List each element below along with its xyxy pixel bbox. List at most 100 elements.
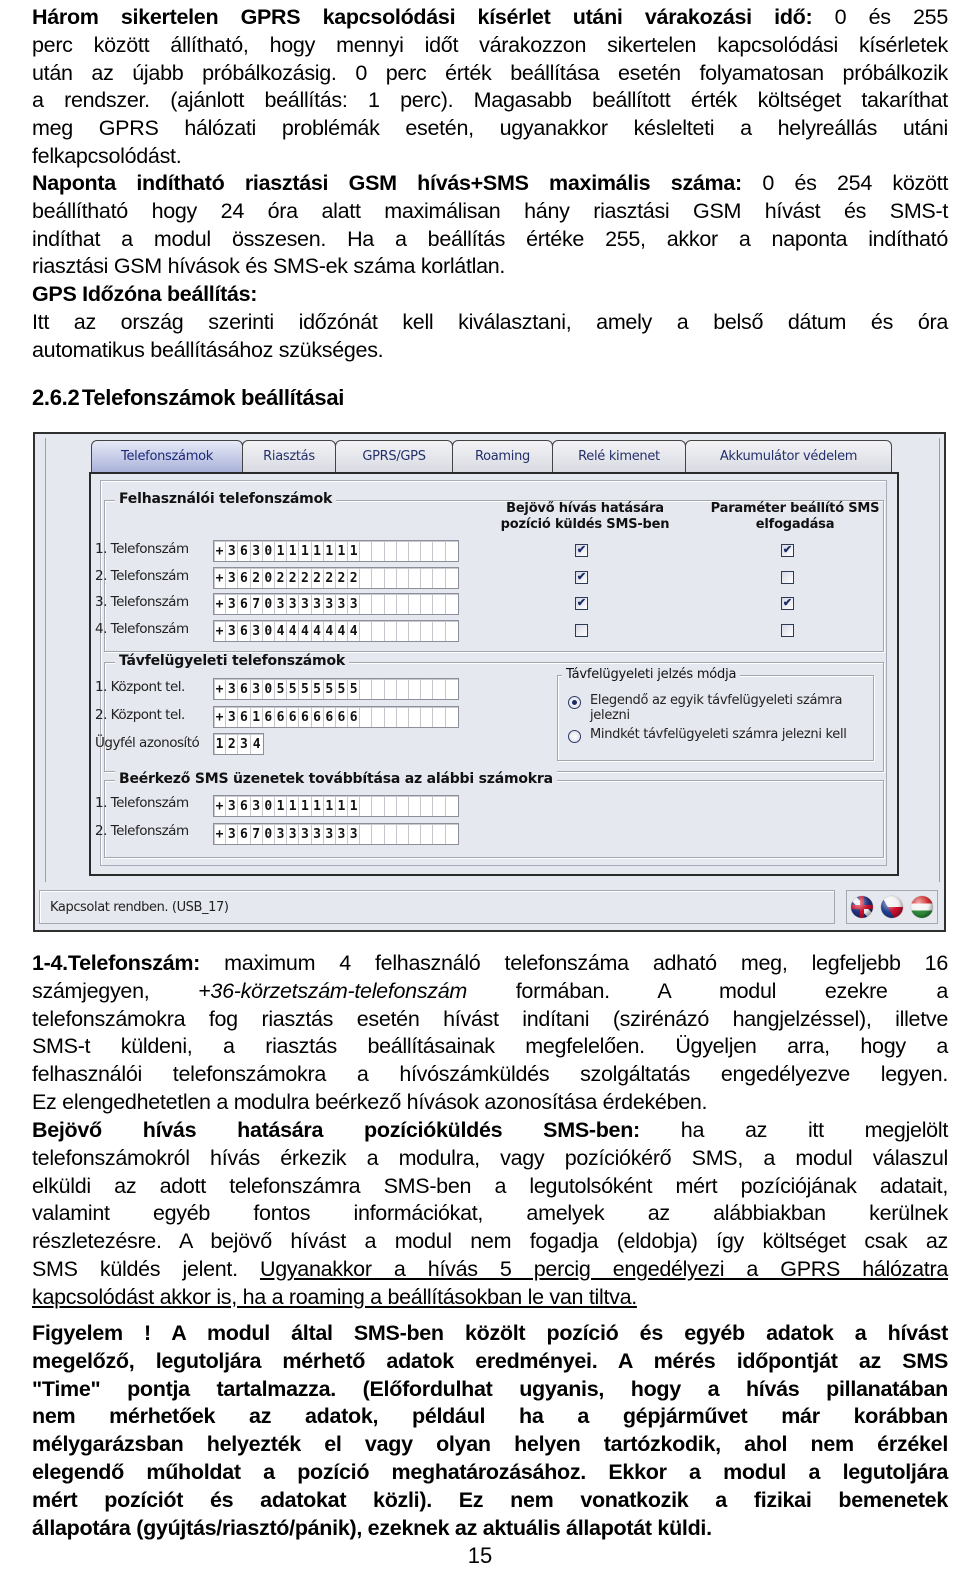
digit-cell[interactable] xyxy=(446,568,458,588)
digit-cell[interactable]: + xyxy=(214,541,227,561)
digit-cell[interactable]: 6 xyxy=(238,707,251,727)
digit-cell[interactable]: 2 xyxy=(312,568,324,588)
forward-phone-field-1[interactable]: +3 6 3 0 1 1 1 1 1 1 1 xyxy=(213,795,459,817)
digit-cell[interactable]: 3 xyxy=(287,824,300,844)
digit-cell[interactable]: 3 xyxy=(312,824,324,844)
digit-cell[interactable] xyxy=(360,594,373,614)
digit-cell[interactable]: 0 xyxy=(263,679,275,699)
digit-cell[interactable] xyxy=(446,824,458,844)
position-sms-checkbox-2[interactable]: ✔ xyxy=(575,571,588,584)
digit-cell[interactable]: 7 xyxy=(251,594,263,614)
phone-field-3[interactable]: +3 6 7 0 3 3 3 3 3 3 3 xyxy=(213,593,459,615)
digit-cell[interactable] xyxy=(409,621,422,641)
digit-cell[interactable] xyxy=(397,824,409,844)
digit-cell[interactable]: 1 xyxy=(324,541,336,561)
digit-cell[interactable] xyxy=(421,621,434,641)
tab-riasztas[interactable]: Riasztás xyxy=(242,440,336,472)
digit-cell[interactable]: + xyxy=(214,707,227,727)
tab-gprs-gps[interactable]: GPRS/GPS xyxy=(335,440,453,472)
position-sms-checkbox-3[interactable]: ✔ xyxy=(575,597,588,610)
digit-cell[interactable]: 0 xyxy=(263,621,275,641)
digit-cell[interactable] xyxy=(409,541,422,561)
digit-cell[interactable]: 1 xyxy=(312,796,324,816)
digit-cell[interactable] xyxy=(433,594,446,614)
digit-cell[interactable] xyxy=(360,796,373,816)
forward-phone-field-2[interactable]: +3 6 7 0 3 3 3 3 3 3 3 xyxy=(213,823,459,845)
digit-cell[interactable] xyxy=(397,679,409,699)
digit-cell[interactable] xyxy=(446,679,458,699)
digit-cell[interactable]: 6 xyxy=(238,568,251,588)
digit-cell[interactable] xyxy=(397,568,409,588)
digit-cell[interactable] xyxy=(372,568,385,588)
digit-cell[interactable] xyxy=(409,594,422,614)
digit-cell[interactable] xyxy=(421,824,434,844)
digit-cell[interactable]: 2 xyxy=(226,734,239,754)
digit-cell[interactable]: + xyxy=(214,679,227,699)
digit-cell[interactable] xyxy=(397,621,409,641)
digit-cell[interactable]: 1 xyxy=(348,796,361,816)
digit-cell[interactable]: 5 xyxy=(348,679,361,699)
digit-cell[interactable]: + xyxy=(214,796,227,816)
digit-cell[interactable]: 1 xyxy=(275,796,288,816)
digit-cell[interactable]: 1 xyxy=(287,541,300,561)
digit-cell[interactable] xyxy=(385,568,397,588)
digit-cell[interactable]: 6 xyxy=(348,707,361,727)
phone-field-4[interactable]: +3 6 3 0 4 4 4 4 4 4 4 xyxy=(213,620,459,642)
digit-cell[interactable]: 3 xyxy=(226,541,239,561)
digit-cell[interactable]: 2 xyxy=(348,568,361,588)
digit-cell[interactable]: 2 xyxy=(324,568,336,588)
phone-field-1[interactable]: +3 6 3 0 1 1 1 1 1 1 1 xyxy=(213,540,459,562)
digit-cell[interactable] xyxy=(397,796,409,816)
digit-cell[interactable]: 1 xyxy=(324,796,336,816)
signal-mode-radio-both[interactable] xyxy=(568,730,581,743)
digit-cell[interactable]: 0 xyxy=(263,568,275,588)
digit-cell[interactable]: 6 xyxy=(287,707,300,727)
digit-cell[interactable]: 1 xyxy=(275,541,288,561)
digit-cell[interactable] xyxy=(421,679,434,699)
digit-cell[interactable]: 6 xyxy=(275,707,288,727)
tab-telefonszamok[interactable]: Telefonszámok xyxy=(91,440,243,472)
position-sms-checkbox-4[interactable] xyxy=(575,624,588,637)
digit-cell[interactable] xyxy=(433,541,446,561)
param-sms-checkbox-4[interactable] xyxy=(781,624,794,637)
digit-cell[interactable]: 3 xyxy=(287,594,300,614)
digit-cell[interactable]: 3 xyxy=(226,707,239,727)
czech-flag-icon[interactable] xyxy=(881,896,903,918)
digit-cell[interactable]: + xyxy=(214,621,227,641)
central-phone-field-2[interactable]: +3 6 1 6 6 6 6 6 6 6 6 xyxy=(213,706,459,728)
digit-cell[interactable]: 1 xyxy=(336,541,349,561)
digit-cell[interactable]: 6 xyxy=(238,541,251,561)
digit-cell[interactable]: 0 xyxy=(263,824,275,844)
digit-cell[interactable] xyxy=(360,541,373,561)
digit-cell[interactable] xyxy=(433,824,446,844)
digit-cell[interactable] xyxy=(372,707,385,727)
position-sms-checkbox-1[interactable]: ✔ xyxy=(575,544,588,557)
digit-cell[interactable] xyxy=(385,707,397,727)
digit-cell[interactable] xyxy=(397,594,409,614)
digit-cell[interactable] xyxy=(360,568,373,588)
digit-cell[interactable]: 3 xyxy=(312,594,324,614)
digit-cell[interactable] xyxy=(372,541,385,561)
digit-cell[interactable] xyxy=(385,824,397,844)
digit-cell[interactable]: 3 xyxy=(336,824,349,844)
digit-cell[interactable] xyxy=(372,621,385,641)
digit-cell[interactable] xyxy=(446,707,458,727)
digit-cell[interactable] xyxy=(433,621,446,641)
digit-cell[interactable]: 0 xyxy=(263,541,275,561)
digit-cell[interactable]: 3 xyxy=(226,679,239,699)
digit-cell[interactable]: 1 xyxy=(251,707,263,727)
digit-cell[interactable]: 3 xyxy=(275,824,288,844)
digit-cell[interactable]: 3 xyxy=(251,541,263,561)
digit-cell[interactable]: 3 xyxy=(348,824,361,844)
digit-cell[interactable] xyxy=(360,679,373,699)
digit-cell[interactable]: 3 xyxy=(299,594,312,614)
digit-cell[interactable] xyxy=(385,541,397,561)
digit-cell[interactable]: 3 xyxy=(336,594,349,614)
digit-cell[interactable]: 1 xyxy=(312,541,324,561)
digit-cell[interactable]: 0 xyxy=(263,594,275,614)
digit-cell[interactable]: 1 xyxy=(348,541,361,561)
digit-cell[interactable]: 6 xyxy=(324,707,336,727)
digit-cell[interactable]: 6 xyxy=(263,707,275,727)
digit-cell[interactable]: 2 xyxy=(299,568,312,588)
digit-cell[interactable] xyxy=(385,796,397,816)
